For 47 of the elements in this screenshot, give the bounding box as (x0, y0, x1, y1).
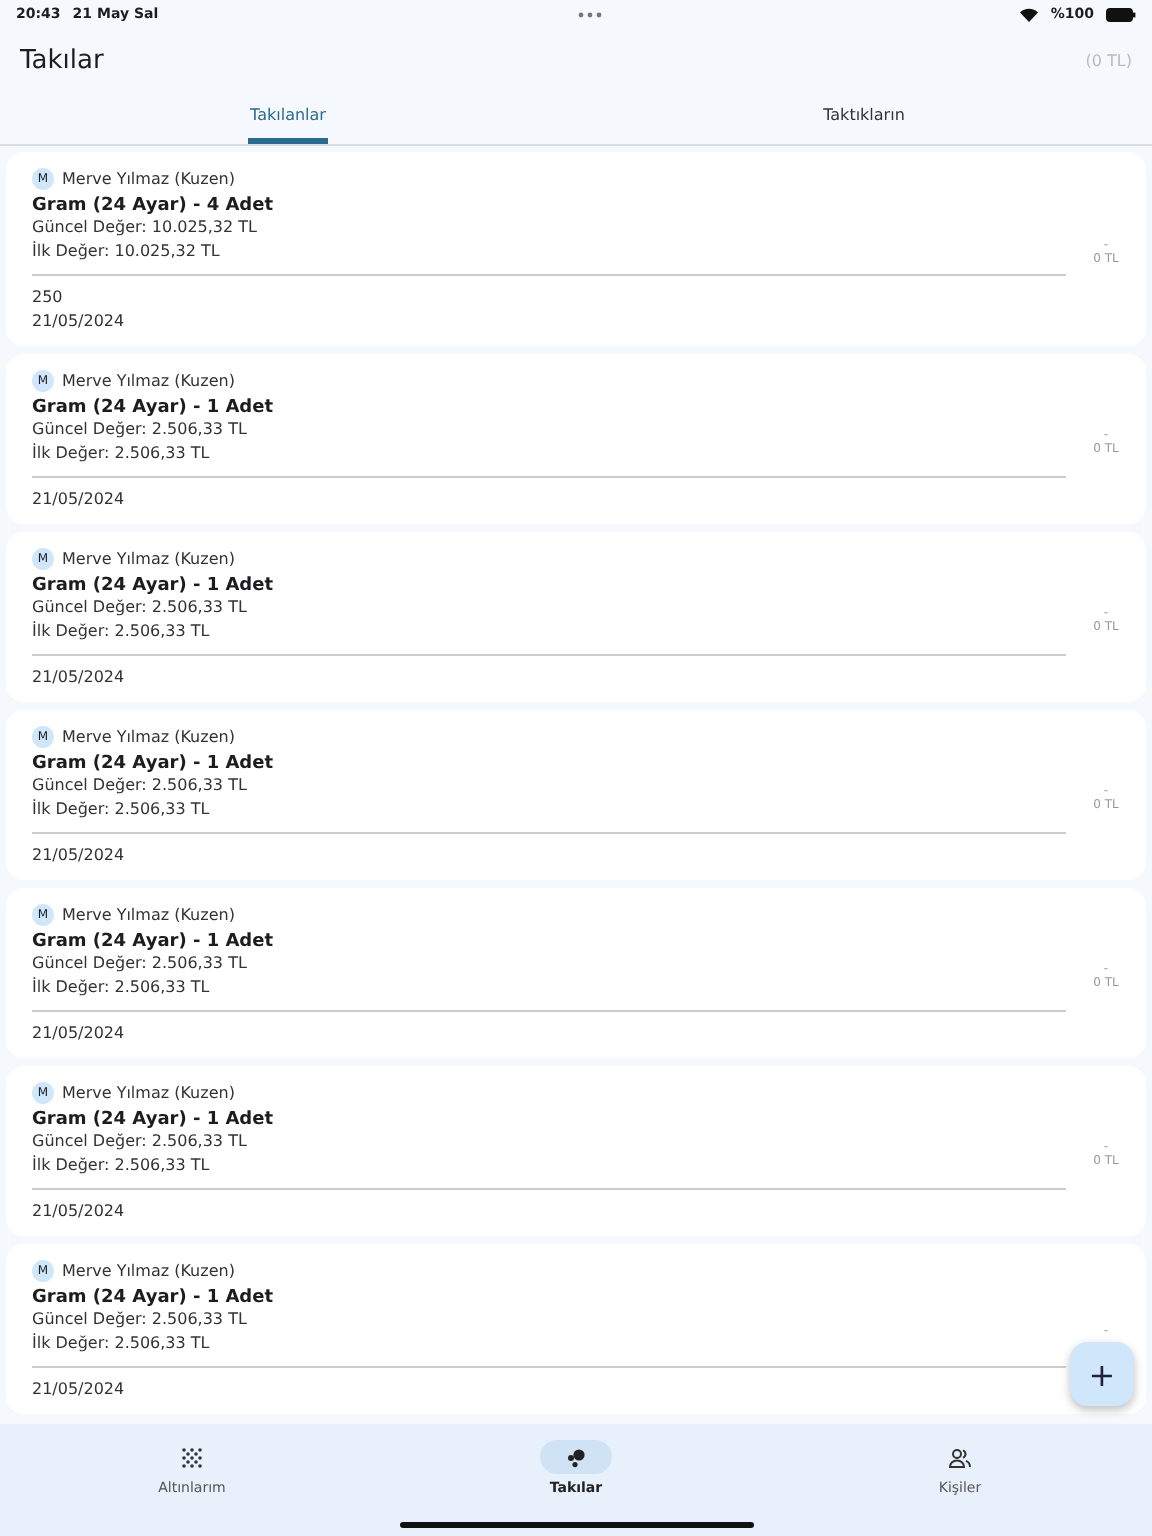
item-date: 21/05/2024 (32, 844, 127, 868)
current-value: Güncel Değer: 2.506,33 TL (32, 596, 249, 620)
initial-value: İlk Değer: 2.506,33 TL (32, 1332, 212, 1356)
initial-value: İlk Değer: 2.506,33 TL (32, 442, 212, 466)
tab[interactable]: Takılanlar (248, 92, 328, 144)
current-value: Güncel Değer: 10.025,32 TL (32, 216, 259, 240)
person-name: Merve Yılmaz (Kuzen) (62, 1262, 235, 1280)
page-title: Takılar (20, 45, 106, 75)
person-name: Merve Yılmaz (Kuzen) (62, 728, 235, 746)
item-title: Gram (24 Ayar) - 1 Adet (32, 754, 276, 774)
current-value: Güncel Değer: 2.506,33 TL (32, 1308, 249, 1332)
dots-icon (566, 1447, 586, 1467)
item-title: Gram (24 Ayar) - 1 Adet (32, 576, 276, 596)
more-icon (577, 11, 602, 17)
person-name: Merve Yılmaz (Kuzen) (62, 372, 235, 390)
initial-value: İlk Değer: 2.506,33 TL (32, 620, 212, 644)
current-value: Güncel Değer: 2.506,33 TL (32, 774, 249, 798)
total-amount: (0 TL) (1085, 51, 1132, 69)
item-date: 21/05/2024 (32, 1378, 127, 1402)
people-icon (948, 1447, 972, 1467)
person-name: Merve Yılmaz (Kuzen) (62, 1084, 235, 1102)
item-note: 250 (32, 286, 65, 310)
grid-icon (182, 1447, 202, 1467)
item-title: Gram (24 Ayar) - 1 Adet (32, 932, 276, 952)
tab[interactable]: Taktıkların (821, 92, 907, 144)
initial-value: İlk Değer: 2.506,33 TL (32, 1154, 212, 1178)
item-title: Gram (24 Ayar) - 1 Adet (32, 1288, 276, 1308)
current-value: Güncel Değer: 2.506,33 TL (32, 952, 249, 976)
item-date: 21/05/2024 (32, 310, 127, 334)
add-button[interactable]: + (1070, 1342, 1134, 1406)
person-name: Merve Yılmaz (Kuzen) (62, 170, 235, 188)
wifi-icon (1020, 7, 1039, 21)
item-date: 21/05/2024 (32, 1200, 127, 1224)
item-title: Gram (24 Ayar) - 4 Adet (32, 196, 276, 216)
person-name: Merve Yılmaz (Kuzen) (62, 906, 235, 924)
battery-icon (1106, 7, 1137, 21)
item-date: 21/05/2024 (32, 666, 127, 690)
person-name: Merve Yılmaz (Kuzen) (62, 550, 235, 568)
initial-value: İlk Değer: 2.506,33 TL (32, 798, 212, 822)
item-title: Gram (24 Ayar) - 1 Adet (32, 1110, 276, 1130)
item-date: 21/05/2024 (32, 488, 127, 512)
item-title: Gram (24 Ayar) - 1 Adet (32, 398, 276, 418)
initial-value: İlk Değer: 2.506,33 TL (32, 976, 212, 1000)
item-date: 21/05/2024 (32, 1022, 127, 1046)
current-value: Güncel Değer: 2.506,33 TL (32, 1130, 249, 1154)
current-value: Güncel Değer: 2.506,33 TL (32, 418, 249, 442)
initial-value: İlk Değer: 10.025,32 TL (32, 240, 222, 264)
